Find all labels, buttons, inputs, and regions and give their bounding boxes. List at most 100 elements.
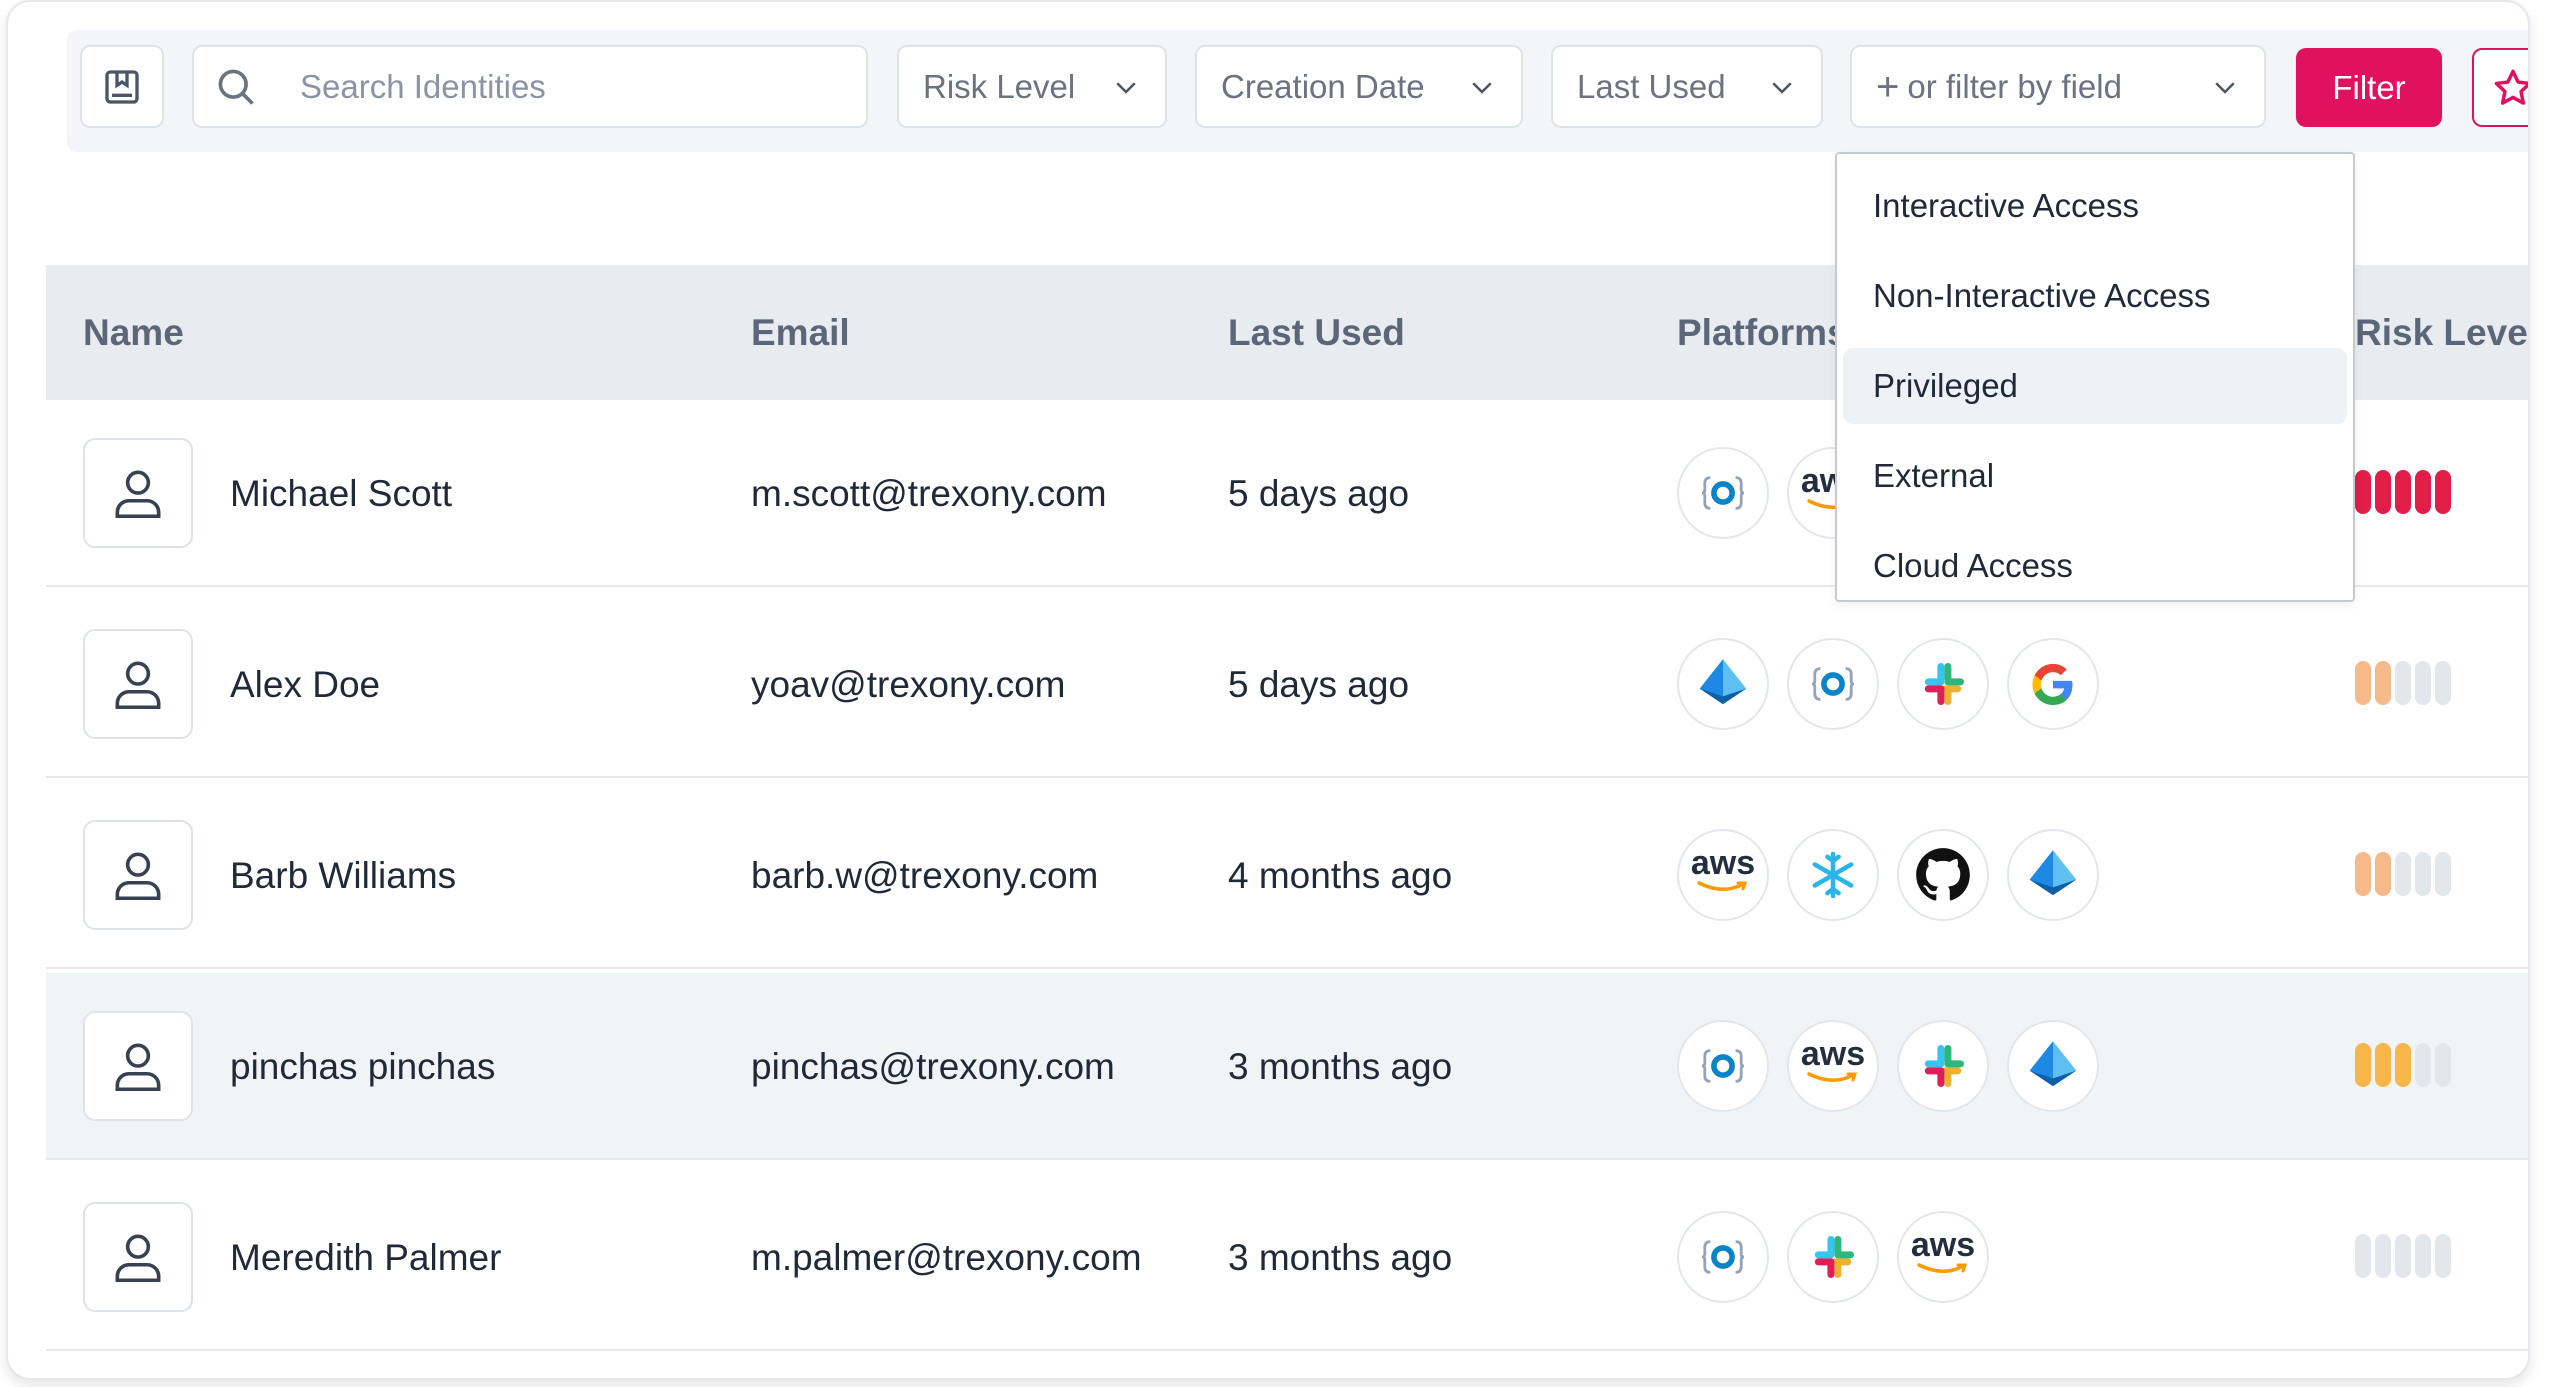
menu-item-non-interactive-access[interactable]: Non-Interactive Access	[1843, 258, 2347, 334]
azure-ad-icon[interactable]	[2007, 829, 2099, 921]
aws-label: aws	[1800, 1035, 1866, 1073]
menu-item-interactive-access[interactable]: Interactive Access	[1843, 168, 2347, 244]
risk-bar	[2375, 470, 2391, 514]
aws-icon[interactable]: aws	[1787, 1020, 1879, 1112]
aws-icon[interactable]: aws	[1897, 1211, 1989, 1303]
avatar	[83, 820, 193, 930]
identity-email: yoav@trexony.com	[751, 663, 1066, 705]
user-icon	[115, 1234, 161, 1283]
filter-by-field-menu: Interactive Access Non-Interactive Access…	[1835, 152, 2355, 602]
identity-name[interactable]: pinchas pinchas	[230, 973, 495, 1160]
filter-by-field-label: or filter by field	[1907, 67, 2122, 105]
risk-bar	[2395, 661, 2411, 705]
risk-bar	[2435, 470, 2451, 514]
risk-level-indicator	[2355, 661, 2455, 705]
risk-bar	[2415, 1234, 2431, 1278]
risk-bar	[2435, 1234, 2451, 1278]
risk-bar	[2375, 1234, 2391, 1278]
identity-name[interactable]: Alex Doe	[230, 591, 380, 778]
azure-ad-icon[interactable]	[1677, 638, 1769, 730]
search-input[interactable]	[300, 67, 820, 106]
search-icon	[218, 69, 254, 105]
slack-icon[interactable]	[1787, 1211, 1879, 1303]
risk-bar	[2415, 470, 2431, 514]
risk-bar	[2415, 1043, 2431, 1087]
risk-bar	[2355, 1234, 2371, 1278]
risk-bar	[2355, 852, 2371, 896]
platform-list: aws	[1677, 1211, 2007, 1303]
aws-icon[interactable]: aws	[1677, 829, 1769, 921]
creation-date-dropdown-label: Creation Date	[1221, 67, 1425, 105]
last-used-dropdown[interactable]: Last Used	[1551, 45, 1823, 128]
chevron-down-icon	[1472, 81, 1492, 94]
table-row[interactable]: Alex Doe yoav@trexony.com 5 days ago	[46, 591, 2528, 778]
column-header-name[interactable]: Name	[83, 265, 184, 400]
table-row[interactable]: pinchas pinchas pinchas@trexony.com 3 mont…	[46, 973, 2528, 1160]
identity-email: pinchas@trexony.com	[751, 1045, 1115, 1087]
avatar	[83, 1202, 193, 1312]
column-header-last-used[interactable]: Last Used	[1228, 265, 1405, 400]
risk-bar	[2375, 1043, 2391, 1087]
risk-level-indicator	[2355, 852, 2455, 896]
identities-card: Risk Level Creation Date Last Used + or …	[6, 0, 2530, 1380]
plus-icon: +	[1876, 64, 1900, 109]
table-row[interactable]: Barb Williams barb.w@trexony.com 4 months …	[46, 782, 2528, 969]
google-icon[interactable]	[2007, 638, 2099, 730]
menu-item-external[interactable]: External	[1843, 438, 2347, 514]
risk-bar	[2435, 852, 2451, 896]
filter-button[interactable]: Filter	[2296, 48, 2442, 127]
last-used-dropdown-label: Last Used	[1577, 67, 1726, 105]
risk-level-indicator	[2355, 470, 2455, 514]
platform-list: aws	[1677, 1020, 2117, 1112]
slack-icon[interactable]	[1897, 1020, 1989, 1112]
identity-name[interactable]: Michael Scott	[230, 400, 452, 587]
risk-level-dropdown-label: Risk Level	[923, 67, 1076, 105]
risk-bar	[2395, 1043, 2411, 1087]
column-header-platforms[interactable]: Platforms	[1677, 265, 1848, 400]
avatar	[83, 1011, 193, 1121]
identity-last-used: 3 months ago	[1228, 1045, 1453, 1087]
menu-item-privileged[interactable]: Privileged	[1843, 348, 2347, 424]
github-icon[interactable]	[1897, 829, 1989, 921]
risk-bar	[2355, 470, 2371, 514]
identity-last-used: 3 months ago	[1228, 1236, 1453, 1278]
risk-bar	[2395, 1234, 2411, 1278]
chevron-down-icon	[1772, 81, 1792, 94]
filter-by-field-dropdown[interactable]: + or filter by field	[1850, 45, 2266, 128]
filter-toolbar: Risk Level Creation Date Last Used + or …	[67, 30, 2528, 152]
identity-name[interactable]: Meredith Palmer	[230, 1164, 501, 1351]
azure-ad-icon[interactable]	[2007, 1020, 2099, 1112]
risk-bar	[2355, 1043, 2371, 1087]
creation-date-dropdown[interactable]: Creation Date	[1195, 45, 1523, 128]
identity-last-used: 5 days ago	[1228, 663, 1410, 705]
platform-list	[1677, 638, 2117, 730]
menu-item-cloud-access[interactable]: Cloud Access	[1843, 528, 2347, 604]
sso-icon[interactable]	[1677, 1020, 1769, 1112]
aws-label: aws	[1910, 1226, 1976, 1264]
avatar	[83, 438, 193, 548]
table-row[interactable]: Meredith Palmer m.palmer@trexony.com 3 mon…	[46, 1164, 2528, 1351]
risk-bar	[2355, 661, 2371, 705]
column-header-risk-level[interactable]: Risk Level	[2355, 265, 2528, 400]
sso-icon[interactable]	[1787, 638, 1879, 730]
identity-name[interactable]: Barb Williams	[230, 782, 456, 969]
search-box	[192, 45, 868, 128]
chevron-down-icon	[1116, 81, 1136, 94]
platform-list: aws	[1677, 829, 2117, 921]
favorite-button[interactable]	[2472, 48, 2528, 127]
identity-last-used: 5 days ago	[1228, 472, 1410, 514]
saved-views-button[interactable]	[80, 45, 164, 128]
risk-bar	[2415, 852, 2431, 896]
user-icon	[115, 470, 161, 519]
identity-email: m.palmer@trexony.com	[751, 1236, 1142, 1278]
slack-icon[interactable]	[1897, 638, 1989, 730]
risk-bar	[2395, 470, 2411, 514]
sso-icon[interactable]	[1677, 1211, 1769, 1303]
snowflake-icon[interactable]	[1787, 829, 1879, 921]
risk-level-dropdown[interactable]: Risk Level	[897, 45, 1167, 128]
sso-icon[interactable]	[1677, 447, 1769, 539]
column-header-email[interactable]: Email	[751, 265, 850, 400]
aws-label: aws	[1690, 844, 1756, 882]
identity-email: m.scott@trexony.com	[751, 472, 1107, 514]
risk-bar	[2395, 852, 2411, 896]
